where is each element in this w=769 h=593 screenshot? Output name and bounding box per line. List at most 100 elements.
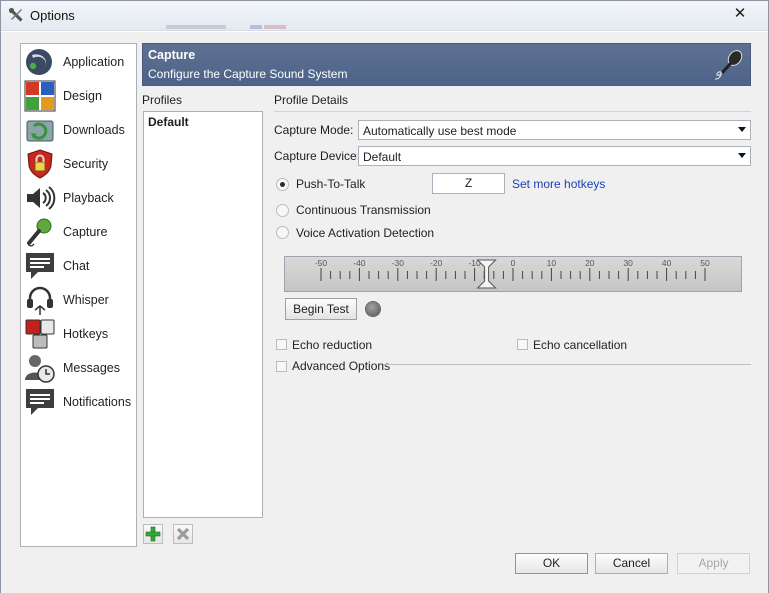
meter-tick-label: -20 — [430, 258, 443, 268]
meter-tick — [685, 271, 687, 279]
meter-tick — [541, 271, 543, 279]
capture-device-value: Default — [363, 150, 402, 164]
meter-tick — [570, 271, 572, 279]
meter-tick — [368, 271, 370, 279]
meter-tick — [512, 268, 514, 281]
meter-tick — [704, 268, 706, 281]
tools-icon — [8, 7, 23, 22]
sidebar-item-messages[interactable]: Messages — [21, 351, 136, 384]
continuous-transmission-radio[interactable] — [276, 204, 289, 217]
section-header: Capture Configure the Capture Sound Syst… — [142, 43, 751, 86]
meter-tick-label: 0 — [511, 258, 516, 268]
meter-tick — [656, 271, 658, 279]
push-to-talk-label: Push-To-Talk — [296, 177, 366, 191]
options-content: Application Design Downloads Security Pl… — [1, 32, 768, 593]
sidebar-item-notifications[interactable]: Notifications — [21, 385, 136, 418]
meter-tick — [435, 268, 437, 281]
sidebar-item-label: Whisper — [63, 293, 109, 307]
delete-profile-button[interactable] — [173, 524, 193, 544]
sidebar-item-security[interactable]: Security — [21, 147, 136, 180]
continuous-transmission-label: Continuous Transmission — [296, 203, 431, 217]
meter-tick — [416, 271, 418, 279]
sidebar-item-capture[interactable]: Capture — [21, 215, 136, 248]
apply-button[interactable]: Apply — [677, 553, 750, 574]
options-window: Options ✕ Application Design Downloads S… — [0, 0, 769, 593]
meter-tick-label: -30 — [392, 258, 405, 268]
meter-tick — [378, 271, 380, 279]
add-profile-button[interactable] — [143, 524, 163, 544]
profile-item-default[interactable]: Default — [148, 115, 189, 129]
messages-icon — [25, 355, 55, 383]
meter-tick — [598, 271, 600, 279]
meter-tick-label: 10 — [547, 258, 557, 268]
meter-tick — [560, 271, 562, 279]
capture-mode-select[interactable]: Automatically use best mode — [358, 120, 751, 140]
sidebar-item-application[interactable]: Application — [21, 45, 136, 78]
capture-device-label: Capture Device: — [274, 149, 361, 163]
hotkeys-icon — [25, 319, 55, 349]
design-icon — [24, 80, 56, 112]
meter-tick — [531, 271, 533, 279]
meter-tick — [330, 271, 332, 279]
background-window-tabs — [166, 15, 316, 31]
meter-tick — [426, 271, 428, 279]
profile-details-label: Profile Details — [274, 93, 349, 107]
title-bar[interactable]: Options ✕ — [1, 1, 768, 31]
begin-test-button[interactable]: Begin Test — [285, 298, 357, 320]
meter-tick — [349, 271, 351, 279]
echo-cancellation-checkbox[interactable] — [517, 339, 528, 350]
chevron-down-icon — [738, 153, 746, 158]
meter-tick — [646, 271, 648, 279]
sidebar-item-chat[interactable]: Chat — [21, 249, 136, 282]
profiles-label: Profiles — [142, 93, 183, 107]
meter-tick — [608, 271, 610, 279]
plus-icon — [145, 526, 161, 542]
chevron-down-icon — [738, 127, 746, 132]
sidebar-item-label: Downloads — [63, 123, 125, 137]
sidebar-item-playback[interactable]: Playback — [21, 181, 136, 214]
downloads-icon — [26, 120, 54, 142]
meter-tick — [445, 271, 447, 279]
sidebar-item-label: Application — [63, 55, 125, 69]
details-divider — [274, 111, 751, 112]
meter-tick — [589, 268, 591, 281]
meter-tick — [502, 271, 504, 279]
meter-tick — [675, 271, 677, 279]
set-more-hotkeys-link[interactable]: Set more hotkeys — [512, 177, 605, 191]
echo-reduction-checkbox[interactable] — [276, 339, 287, 350]
meter-tick — [637, 271, 639, 279]
meter-tick — [694, 271, 696, 279]
close-button[interactable]: ✕ — [730, 5, 750, 23]
notifications-icon — [26, 389, 54, 415]
sidebar-item-design[interactable]: Design — [21, 79, 136, 112]
profiles-list: Default — [143, 111, 263, 518]
voice-activation-radio[interactable] — [276, 226, 289, 239]
meter-tick — [474, 268, 476, 281]
meter-tick — [387, 271, 389, 279]
cancel-button[interactable]: Cancel — [595, 553, 668, 574]
meter-tick — [358, 268, 360, 281]
meter-tick — [579, 271, 581, 279]
capture-device-select[interactable]: Default — [358, 146, 751, 166]
whisper-icon — [27, 286, 53, 315]
meter-scale: -50 -40 -30 -20 -10 0 10 20 30 40 50 — [315, 258, 710, 289]
meter-tick-label: -50 — [315, 258, 328, 268]
push-to-talk-hotkey-field[interactable]: Z — [432, 173, 505, 194]
window-title: Options — [30, 8, 75, 23]
meter-tick — [627, 268, 629, 281]
sidebar-item-downloads[interactable]: Downloads — [21, 113, 136, 146]
sidebar-item-label: Security — [63, 157, 109, 171]
sidebar-item-hotkeys[interactable]: Hotkeys — [21, 317, 136, 350]
advanced-options-checkbox[interactable] — [276, 361, 287, 372]
voice-activation-meter[interactable]: -50 -40 -30 -20 -10 0 10 20 30 40 50 — [284, 256, 742, 292]
meter-tick-label: -40 — [353, 258, 366, 268]
section-title: Capture — [148, 48, 196, 62]
ok-button[interactable]: OK — [515, 553, 588, 574]
sidebar-item-label: Design — [63, 89, 102, 103]
chat-icon — [26, 253, 54, 279]
meter-tick — [464, 271, 466, 279]
push-to-talk-radio[interactable] — [276, 178, 289, 191]
sidebar-item-whisper[interactable]: Whisper — [21, 283, 136, 316]
advanced-options-divider — [383, 364, 751, 365]
sidebar-item-label: Notifications — [63, 395, 132, 409]
